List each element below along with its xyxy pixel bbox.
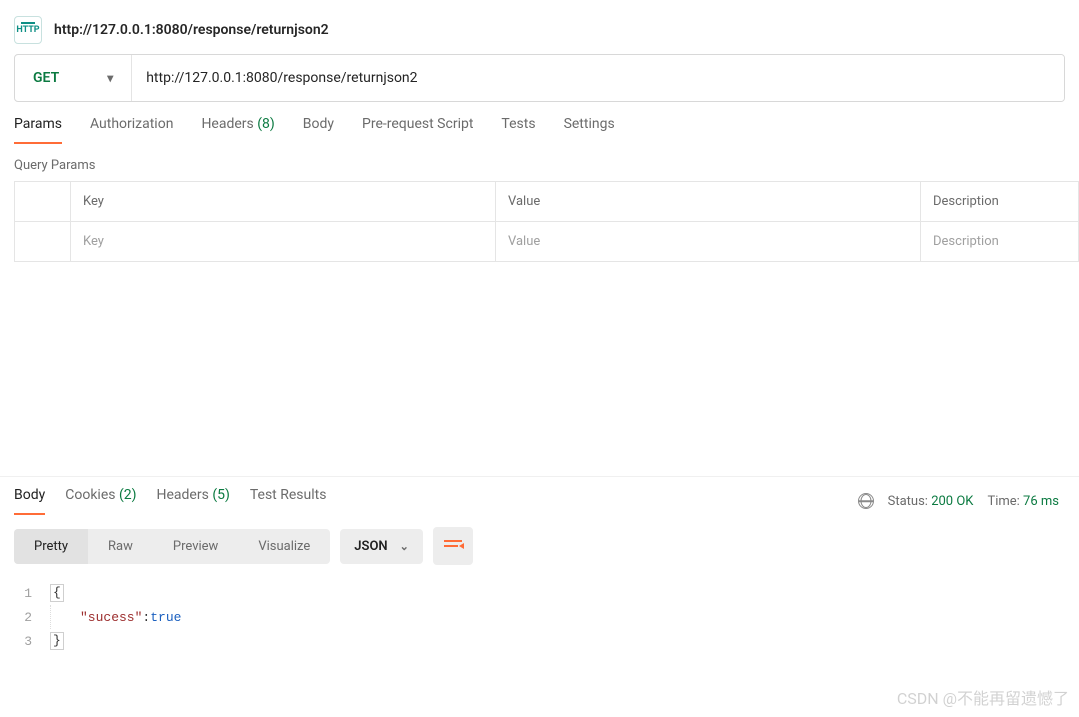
json-bool: true (150, 610, 181, 625)
tab-response-headers[interactable]: Headers (5) (157, 487, 230, 515)
method-select[interactable]: GET ▾ (15, 55, 131, 101)
response-tabs: Body Cookies (2) Headers (5) Test Result… (14, 487, 858, 515)
tab-authorization[interactable]: Authorization (90, 116, 173, 144)
globe-icon[interactable] (858, 493, 874, 509)
tab-label: Cookies (65, 487, 115, 503)
wrap-icon (444, 540, 462, 552)
tab-request-headers[interactable]: Headers (8) (201, 116, 274, 144)
description-input[interactable] (933, 234, 1066, 249)
tab-prerequest[interactable]: Pre-request Script (362, 116, 473, 144)
http-icon: HTTP (14, 16, 42, 44)
query-params-table: Key Value Description (14, 181, 1079, 262)
tab-settings[interactable]: Settings (564, 116, 615, 144)
status-label: Status: (888, 494, 928, 509)
view-visualize-button[interactable]: Visualize (238, 529, 330, 564)
code-line: 1 { (14, 581, 1065, 605)
time-value: 76 ms (1023, 494, 1059, 509)
line-number: 3 (14, 634, 50, 649)
line-number: 2 (14, 610, 50, 625)
response-body-code[interactable]: 1 { 2 "sucess": true 3 } (0, 577, 1079, 653)
view-pretty-button[interactable]: Pretty (14, 529, 88, 564)
tab-count: (2) (119, 487, 137, 503)
format-select[interactable]: JSON ⌄ (340, 529, 423, 564)
request-title: http://127.0.0.1:8080/response/returnjso… (54, 22, 329, 38)
tab-body[interactable]: Body (303, 116, 334, 144)
tab-response-test-results[interactable]: Test Results (250, 487, 327, 515)
tab-count: (5) (212, 487, 230, 503)
row-checkbox-cell[interactable] (15, 222, 71, 262)
time-label: Time: (987, 494, 1019, 509)
view-preview-button[interactable]: Preview (153, 529, 238, 564)
column-checkbox (15, 182, 71, 222)
tab-label: Headers (157, 487, 209, 503)
json-brace-open: { (50, 584, 64, 602)
method-value: GET (33, 70, 59, 86)
tab-label: Headers (201, 116, 253, 132)
tab-response-body[interactable]: Body (14, 487, 45, 515)
line-number: 1 (14, 586, 50, 601)
table-header-row: Key Value Description (15, 182, 1079, 222)
code-line: 2 "sucess": true (14, 605, 1065, 629)
code-line: 3 } (14, 629, 1065, 653)
chevron-down-icon: ▾ (107, 71, 113, 85)
tab-response-cookies[interactable]: Cookies (2) (65, 487, 136, 515)
key-input[interactable] (83, 234, 483, 249)
json-key: "sucess" (80, 610, 142, 625)
view-raw-button[interactable]: Raw (88, 529, 153, 564)
watermark: CSDN @不能再留遗憾了 (897, 685, 1069, 709)
format-value: JSON (354, 539, 387, 554)
view-mode-segment: Pretty Raw Preview Visualize (14, 529, 330, 564)
word-wrap-button[interactable] (433, 527, 473, 565)
column-key: Key (71, 182, 496, 222)
tab-params[interactable]: Params (14, 116, 62, 144)
chevron-down-icon: ⌄ (400, 540, 409, 553)
response-meta: Status: 200 OK Time: 76 ms (858, 493, 1065, 509)
column-value: Value (496, 182, 921, 222)
tab-count: (8) (257, 116, 275, 132)
request-bar: GET ▾ (14, 54, 1065, 102)
status-value: 200 OK (931, 494, 973, 509)
value-input[interactable] (508, 234, 908, 249)
json-brace-close: } (50, 632, 64, 650)
tab-tests[interactable]: Tests (501, 116, 535, 144)
url-input[interactable] (132, 55, 1064, 101)
json-colon: : (142, 610, 150, 625)
query-params-title: Query Params (0, 144, 1079, 181)
request-tabs: Params Authorization Headers (8) Body Pr… (0, 116, 1079, 144)
column-description: Description (921, 182, 1079, 222)
table-row (15, 222, 1079, 262)
